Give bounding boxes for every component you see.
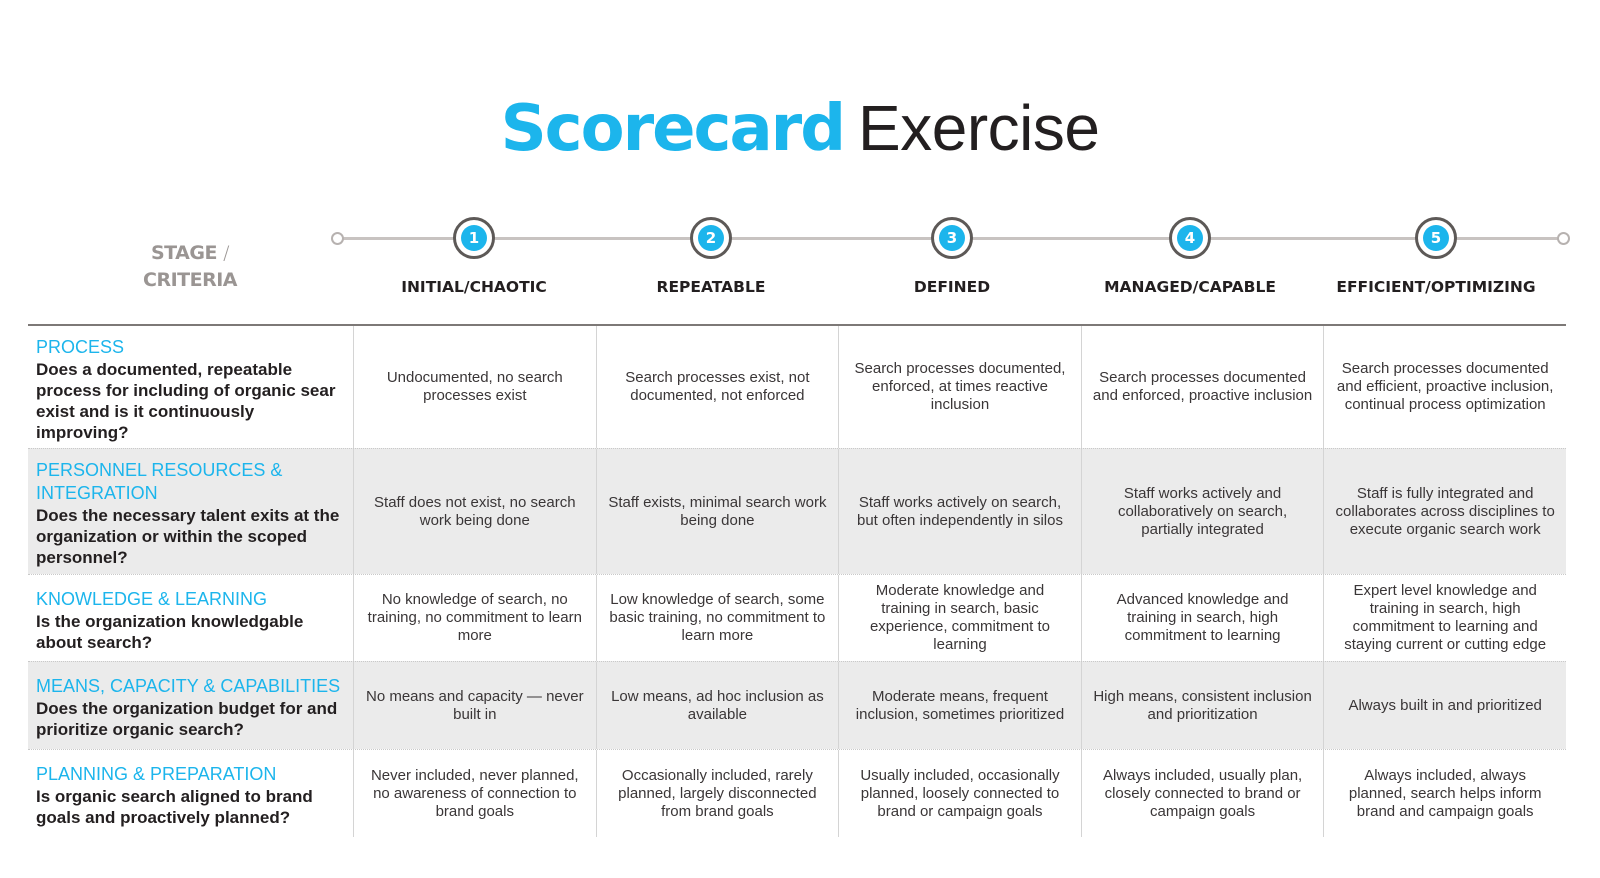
stage-number: 4 [1177, 225, 1203, 251]
stage-cell: No knowledge of search, no training, no … [353, 575, 596, 661]
table-row-knowledge: KNOWLEDGE & LEARNING Is the organization… [28, 574, 1566, 661]
stage-cell: Advanced knowledge and training in searc… [1080, 575, 1324, 661]
stage-cell: Low means, ad hoc inclusion as available [595, 662, 839, 749]
stage-cell: Search processes exist, not documented, … [595, 326, 839, 448]
stage-cell: Occasionally included, rarely planned, l… [595, 750, 839, 837]
timeline-start-dot [331, 232, 344, 245]
stage-cell: Low knowledge of search, some basic trai… [595, 575, 839, 661]
criteria-cell: MEANS, CAPACITY & CAPABILITIES Does the … [28, 662, 353, 749]
stage-node-2: 2 [690, 217, 732, 259]
stage-label-efficient-optimizing: EFFICIENT/OPTIMIZING [1336, 278, 1536, 296]
stage-node-3: 3 [931, 217, 973, 259]
criteria-question: Does the organization budget for and pri… [36, 699, 338, 739]
title-accent: Scorecard [500, 92, 846, 166]
stage-cell: Staff works actively and collaboratively… [1080, 449, 1324, 574]
stage-node-1: 1 [453, 217, 495, 259]
stage-cell: Undocumented, no search processes exist [353, 326, 596, 448]
stage-cell: No means and capacity — never built in [353, 662, 596, 749]
stage-cell: Search processes documented and enforced… [1080, 326, 1324, 448]
stage-cell: Staff works actively on search, but ofte… [838, 449, 1081, 574]
criteria-question: Is organic search aligned to brand goals… [36, 787, 313, 827]
stage-node-5: 5 [1415, 217, 1457, 259]
stage-cell: Always included, always planned, search … [1323, 750, 1566, 837]
criteria-title: PERSONNEL RESOURCES & INTEGRATION [36, 460, 283, 503]
criteria-question: Does the necessary talent exits at the o… [36, 506, 340, 567]
stage-cell: Staff exists, minimal search work being … [595, 449, 839, 574]
criteria-cell: PROCESS Does a documented, repeatable pr… [28, 326, 353, 448]
stage-label-initial-chaotic: INITIAL/CHAOTIC [401, 278, 547, 296]
criteria-title: PROCESS [36, 336, 125, 357]
stage-number: 2 [698, 225, 724, 251]
stage-cell: High means, consistent inclusion and pri… [1080, 662, 1324, 749]
stage-cell: Search processes documented and efficien… [1323, 326, 1566, 448]
criteria-header-label: CRITERIA [143, 269, 238, 291]
criteria-title: KNOWLEDGE & LEARNING [36, 588, 268, 609]
stage-number: 3 [939, 225, 965, 251]
table-row-planning: PLANNING & PREPARATION Is organic search… [28, 749, 1566, 837]
scorecard-table: PROCESS Does a documented, repeatable pr… [28, 324, 1566, 837]
criteria-cell: KNOWLEDGE & LEARNING Is the organization… [28, 575, 353, 661]
criteria-question: Is the organization knowledgable about s… [36, 611, 304, 652]
stage-cell: Staff is fully integrated and collaborat… [1323, 449, 1566, 574]
stage-cell: Staff does not exist, no search work bei… [353, 449, 596, 574]
stage-cell: Moderate means, frequent inclusion, some… [838, 662, 1081, 749]
criteria-question: Does a documented, repeatable process fo… [36, 359, 336, 442]
criteria-cell: PLANNING & PREPARATION Is organic search… [28, 750, 353, 837]
page-title: Scorecard Exercise [0, 88, 1600, 169]
stage-cell: Never included, never planned, no awaren… [353, 750, 596, 837]
stage-cell: Always included, usually plan, closely c… [1080, 750, 1324, 837]
stage-number: 1 [461, 225, 487, 251]
criteria-title: PLANNING & PREPARATION [36, 764, 277, 784]
stage-criteria-header: STAGE / CRITERIA [120, 240, 260, 294]
stage-cell: Usually included, occasionally planned, … [838, 750, 1081, 837]
table-row-personnel: PERSONNEL RESOURCES & INTEGRATION Does t… [28, 448, 1566, 574]
stage-node-4: 4 [1169, 217, 1211, 259]
stage-label-managed-capable: MANAGED/CAPABLE [1104, 278, 1276, 296]
timeline-end-dot [1557, 232, 1570, 245]
stage-label-repeatable: REPEATABLE [656, 278, 766, 296]
table-row-means: MEANS, CAPACITY & CAPABILITIES Does the … [28, 661, 1566, 749]
criteria-title: MEANS, CAPACITY & CAPABILITIES [36, 676, 341, 696]
criteria-cell: PERSONNEL RESOURCES & INTEGRATION Does t… [28, 449, 353, 574]
stage-cell: Expert level knowledge and training in s… [1323, 575, 1566, 661]
title-rest: Exercise [858, 92, 1100, 164]
stage-cell: Search processes documented, enforced, a… [838, 326, 1081, 448]
stage-cell: Moderate knowledge and training in searc… [838, 575, 1081, 661]
stage-header-label: STAGE [151, 242, 217, 264]
stage-number: 5 [1423, 225, 1449, 251]
stage-cell: Always built in and prioritized [1323, 662, 1566, 749]
stage-label-defined: DEFINED [913, 278, 991, 296]
stage-header-slash: / [223, 242, 229, 264]
table-row-process: PROCESS Does a documented, repeatable pr… [28, 326, 1566, 448]
